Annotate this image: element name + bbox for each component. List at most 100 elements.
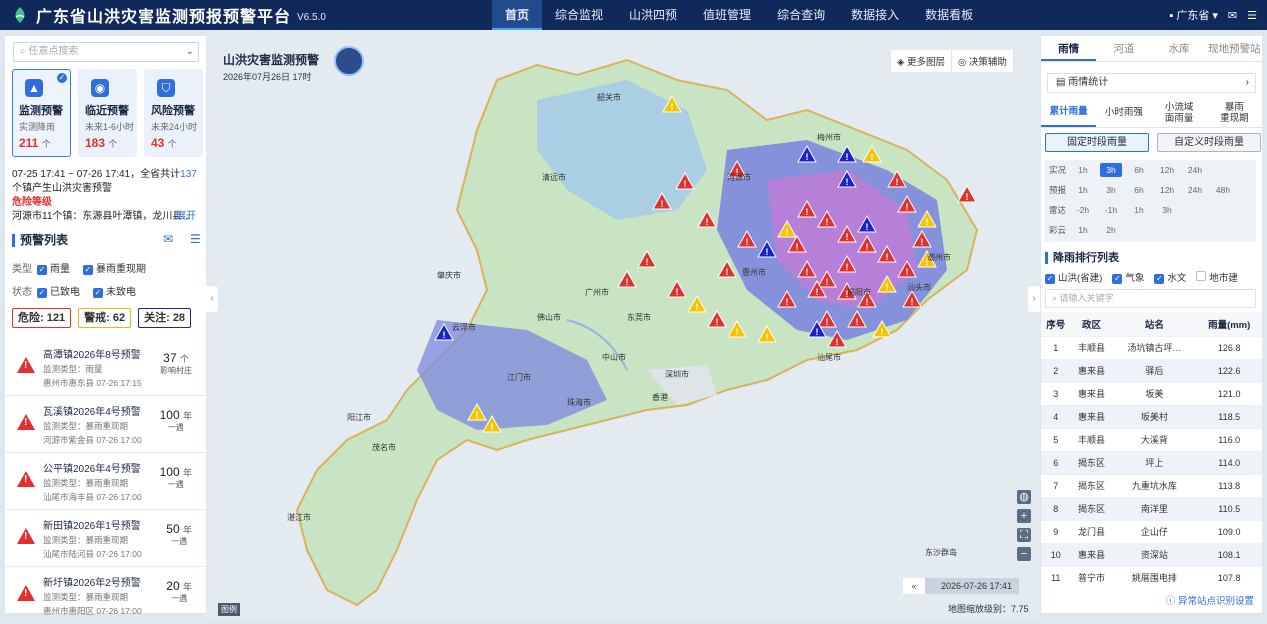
fixed-period-button[interactable]: 固定时段雨量: [1045, 133, 1149, 152]
time-option[interactable]: -1h: [1097, 205, 1125, 215]
filter-hydro-checkbox[interactable]: ✓ 水文: [1154, 270, 1186, 284]
time-option[interactable]: 12h: [1153, 185, 1181, 195]
nav-duty[interactable]: 值班管理: [690, 0, 764, 30]
time-option[interactable]: 24h: [1181, 185, 1209, 195]
cell-region: 丰顺县: [1070, 427, 1113, 451]
nav-four-pre[interactable]: 山洪四预: [616, 0, 690, 30]
alert-counter[interactable]: 警戒: 62: [78, 308, 132, 328]
custom-period-button[interactable]: 自定义时段雨量: [1157, 133, 1261, 152]
list-title: 预警列表 ✉ ☰: [12, 233, 202, 247]
warning-item[interactable]: ! 新田镇2026年1号预警 监测类型：暴雨重现期 汕尾市陆河县 07-26 1…: [5, 510, 206, 567]
col-rain[interactable]: 雨量(mm): [1196, 312, 1262, 336]
nav-query[interactable]: 综合查询: [764, 0, 838, 30]
warning-item[interactable]: ! 瓦溪镇2026年4号预警 监测类型：暴雨重现期 河源市紫金县 07-26 1…: [5, 396, 206, 453]
subtab-basin[interactable]: 小流域 面雨量: [1152, 98, 1207, 127]
globe-icon[interactable]: ◍: [1017, 490, 1031, 504]
time-option[interactable]: 2h: [1097, 225, 1125, 235]
nav-monitor[interactable]: 综合监视: [542, 0, 616, 30]
time-option[interactable]: 1h: [1125, 205, 1153, 215]
keyword-input[interactable]: ⌕ 请输入关键字: [1045, 289, 1256, 308]
table-row[interactable]: 8 揭东区 南洋里 110.5: [1041, 496, 1262, 520]
zoom-in-icon[interactable]: +: [1017, 509, 1031, 523]
assistant-robot-icon[interactable]: [334, 46, 364, 76]
menu-icon[interactable]: ☰: [1247, 9, 1257, 22]
table-row[interactable]: 7 揭东区 九重坑水库 113.8: [1041, 473, 1262, 497]
subtab-cumulative[interactable]: 累计雨量: [1041, 98, 1097, 127]
warning-item[interactable]: ! 公平镇2026年4号预警 监测类型：暴雨重现期 汕尾市海丰县 07-26 1…: [5, 453, 206, 510]
table-row[interactable]: 11 普宁市 姚厝围电排 107.8: [1041, 565, 1262, 589]
cell-rain: 118.5: [1196, 404, 1262, 428]
type-rain-checkbox[interactable]: ✓ 雨量: [37, 260, 70, 275]
map-canvas[interactable]: !!!!!!!!!!!!!!!!!!!!!!!!!!!!!!!!!!!!!!!!…: [207, 30, 1040, 619]
time-option[interactable]: 6h: [1125, 165, 1153, 175]
expand-link[interactable]: 展开: [176, 210, 196, 224]
tab-station[interactable]: 现地预警站: [1207, 36, 1262, 61]
time-option[interactable]: 3h: [1100, 163, 1122, 177]
card-monitor-warning[interactable]: ✓ ▲ 监测预警 实测降雨 211 个: [12, 69, 71, 157]
nav-home[interactable]: 首页: [492, 0, 543, 30]
table-row[interactable]: 9 龙门县 企山仔 109.0: [1041, 519, 1262, 543]
legend-button[interactable]: 图例: [218, 603, 240, 616]
state-uncalled-checkbox[interactable]: ✓ 未致电: [93, 283, 136, 298]
city-label: 东莞市: [627, 312, 651, 322]
search-input[interactable]: ⌕ 任意点搜索 ⌄: [13, 42, 199, 62]
table-row[interactable]: 1 丰顺县 汤坑镇古坪… 126.8: [1041, 335, 1262, 359]
time-option[interactable]: 24h: [1181, 165, 1209, 175]
time-option[interactable]: 1h: [1069, 165, 1097, 175]
tab-reservoir[interactable]: 水库: [1152, 36, 1207, 61]
row-label: 雷达: [1049, 205, 1067, 215]
city-label: 广州市: [585, 287, 609, 297]
time-option[interactable]: 1h: [1069, 185, 1097, 195]
time-option[interactable]: 12h: [1153, 165, 1181, 175]
timeline-bar[interactable]: « 2026-07-26 17:41: [903, 578, 1019, 594]
filter-city-checkbox[interactable]: 地市建: [1196, 270, 1238, 284]
warning-unit: 年: [182, 582, 192, 592]
filter-mountain-checkbox[interactable]: ✓ 山洪(省建): [1045, 270, 1102, 284]
card-risk-warning[interactable]: ⛉ 风险预警 未来24小时 43 个: [144, 69, 203, 157]
filter-weather-checkbox[interactable]: ✓ 气象: [1112, 270, 1144, 284]
warning-item[interactable]: ! 高潭镇2026年8号预警 监测类型：雨量 惠州市惠东县 07-26 17:1…: [5, 339, 206, 396]
time-option[interactable]: 3h: [1097, 185, 1125, 195]
map-area[interactable]: !!!!!!!!!!!!!!!!!!!!!!!!!!!!!!!!!!!!!!!!…: [207, 30, 1040, 619]
state-called-checkbox[interactable]: ✓ 已致电: [37, 283, 80, 298]
chevron-down-icon[interactable]: ⌄: [186, 43, 194, 61]
time-option[interactable]: 6h: [1125, 185, 1153, 195]
zoom-out-icon[interactable]: −: [1017, 547, 1031, 561]
warning-unit: 年: [182, 411, 192, 421]
right-panel: 雨情 河道 水库 现地预警站 ▤ 雨情统计 › 累计雨量 小时雨强 小流域 面雨…: [1041, 36, 1262, 613]
table-row[interactable]: 5 丰顺县 大溪背 116.0: [1041, 427, 1262, 451]
region-select[interactable]: ▪ 广东省 ▾: [1169, 7, 1218, 23]
table-row[interactable]: 2 惠来县 驿后 122.6: [1041, 358, 1262, 382]
time-option[interactable]: 3h: [1153, 205, 1181, 215]
time-option[interactable]: 48h: [1209, 185, 1237, 195]
tab-rain[interactable]: 雨情: [1041, 36, 1097, 61]
warning-item[interactable]: ! 新圩镇2026年2号预警 监测类型：暴雨重现期 惠州市惠阳区 07-26 1…: [5, 567, 206, 624]
table-row[interactable]: 6 揭东区 坪上 114.0: [1041, 450, 1262, 474]
table-row[interactable]: 4 惠来县 坂美村 118.5: [1041, 404, 1262, 428]
subtab-hourly[interactable]: 小时雨强: [1096, 98, 1151, 127]
rain-stat-select[interactable]: ▤ 雨情统计 ›: [1047, 73, 1256, 93]
danger-counter[interactable]: 危险: 121: [12, 308, 72, 328]
abnormal-station-link[interactable]: ⓘ 异常站点识别设置: [1166, 593, 1254, 607]
rewind-icon[interactable]: «: [903, 578, 925, 594]
card-near-warning[interactable]: ◉ 临近预警 未来1-6小时 183 个: [78, 69, 137, 157]
list-icon[interactable]: ☰: [190, 233, 201, 246]
nav-dashboard[interactable]: 数据看板: [912, 0, 986, 30]
more-layers-button[interactable]: ◈ 更多图层: [891, 50, 952, 72]
decision-assist-button[interactable]: ◎ 决策辅助: [952, 50, 1014, 72]
left-collapse-icon[interactable]: ‹: [206, 286, 218, 312]
warning-marker-glyph: !: [786, 227, 789, 237]
subtab-return[interactable]: 暴雨 重现期: [1207, 98, 1262, 127]
time-option[interactable]: 1h: [1069, 225, 1097, 235]
nav-data-access[interactable]: 数据接入: [838, 0, 912, 30]
type-return-checkbox[interactable]: ✓ 暴雨重现期: [83, 260, 146, 275]
notice-counter[interactable]: 关注: 28: [138, 308, 192, 328]
time-option[interactable]: -2h: [1069, 205, 1097, 215]
right-collapse-icon[interactable]: ›: [1028, 286, 1040, 312]
table-row[interactable]: 10 惠来县 资深站 108.1: [1041, 542, 1262, 566]
mail-icon[interactable]: ✉: [1228, 9, 1237, 22]
fullscreen-icon[interactable]: ⛶: [1017, 528, 1031, 542]
mail-icon[interactable]: ✉: [163, 233, 173, 246]
table-row[interactable]: 3 惠来县 坂美 121.0: [1041, 381, 1262, 405]
tab-river[interactable]: 河道: [1096, 36, 1151, 61]
